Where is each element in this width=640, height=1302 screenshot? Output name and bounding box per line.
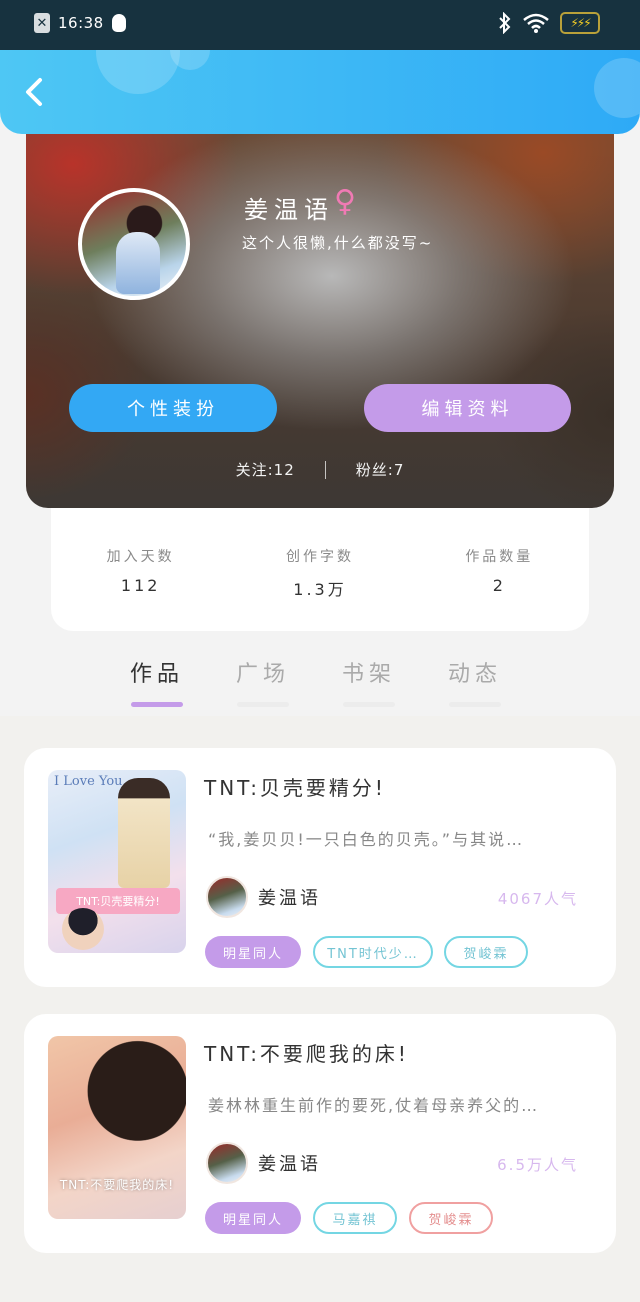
author-name[interactable]: 姜温语 [258, 1150, 321, 1176]
tab-indicator [237, 702, 289, 707]
stat-value: 1.3万 [293, 580, 347, 599]
stat-join-days: 加入天数 112 [51, 508, 230, 631]
stat-label: 作品数量 [465, 549, 534, 565]
tab-activity[interactable]: 动态 [422, 640, 528, 716]
wifi-icon [523, 13, 549, 33]
stat-label: 创作字数 [285, 549, 354, 565]
work-card[interactable]: TNT:不要爬我的床! TNT:不要爬我的床! 姜林林重生前作的要死,仗着母亲养… [24, 1014, 616, 1253]
profile-bio: 这个人很懒,什么都没写~ [242, 234, 434, 252]
cover-figure [118, 778, 170, 888]
profile-avatar[interactable] [78, 188, 190, 300]
author-name[interactable]: 姜温语 [258, 884, 321, 910]
tab-label: 动态 [447, 662, 502, 687]
tab-label: 书架 [341, 662, 396, 687]
tag[interactable]: 贺峻霖 [409, 1202, 493, 1234]
status-bar: ✕ 16:38 ⚡⚡⚡ [0, 0, 640, 50]
dress-up-button[interactable]: 个性装扮 [69, 384, 277, 432]
fans-count[interactable]: 粉丝:7 [356, 459, 405, 480]
header-bubble [594, 58, 640, 118]
tab-bookshelf[interactable]: 书架 [316, 640, 422, 716]
cover-caption: TNT:不要爬我的床! [59, 1178, 175, 1192]
top-header [0, 50, 640, 134]
stat-value: 112 [120, 576, 161, 595]
popularity-count: 6.5万人气 [497, 1156, 578, 1174]
battery-icon: ⚡⚡⚡ [560, 12, 600, 34]
avatar-figure [116, 232, 160, 294]
tab-indicator [449, 702, 501, 707]
author-avatar[interactable] [206, 876, 248, 918]
tab-works[interactable]: 作品 [104, 640, 210, 716]
tag[interactable]: 贺峻霖 [444, 936, 528, 968]
stat-works-count: 作品数量 2 [410, 508, 589, 631]
x-app-icon: ✕ [34, 13, 50, 33]
tab-label: 广场 [235, 662, 290, 687]
status-left: ✕ 16:38 [34, 13, 126, 33]
profile-card: 姜温语 ♀ 这个人很懒,什么都没写~ 个性装扮 编辑资料 关注:12 粉丝:7 [26, 134, 614, 508]
stat-label: 加入天数 [106, 549, 175, 565]
work-title[interactable]: TNT:贝壳要精分! [204, 772, 386, 801]
work-card[interactable]: I Love You. TNT:贝壳要精分! TNT:贝壳要精分! “我,姜贝贝… [24, 748, 616, 987]
popularity-count: 4067人气 [497, 890, 578, 908]
work-description: “我,姜贝贝!一只白色的贝壳。”与其说… [208, 830, 525, 849]
tab-indicator [131, 702, 183, 707]
cover-text: I Love You. [54, 774, 127, 789]
tag[interactable]: 明星同人 [205, 1202, 301, 1234]
tag[interactable]: 明星同人 [205, 936, 301, 968]
cover-face [62, 908, 104, 950]
back-button[interactable] [18, 72, 54, 112]
status-right: ⚡⚡⚡ [498, 12, 600, 34]
follow-row: 关注:12 粉丝:7 [26, 459, 614, 480]
header-bubble [96, 50, 180, 94]
edit-profile-button[interactable]: 编辑资料 [364, 384, 571, 432]
stat-value: 2 [492, 576, 506, 595]
tab-bar: 作品 广场 书架 动态 [0, 640, 640, 716]
follow-count[interactable]: 关注:12 [236, 459, 295, 480]
work-title[interactable]: TNT:不要爬我的床! [204, 1038, 409, 1067]
stats-panel: 加入天数 112 创作字数 1.3万 作品数量 2 [51, 508, 589, 631]
profile-name: 姜温语 [244, 196, 334, 224]
tab-square[interactable]: 广场 [210, 640, 316, 716]
tab-label: 作品 [129, 662, 184, 687]
stat-word-count: 创作字数 1.3万 [230, 508, 409, 631]
tag[interactable]: TNT时代少… [313, 936, 433, 968]
work-cover[interactable]: I Love You. TNT:贝壳要精分! [48, 770, 186, 953]
work-description: 姜林林重生前作的要死,仗着母亲养父的… [208, 1096, 540, 1115]
tag[interactable]: 马嘉祺 [313, 1202, 397, 1234]
follow-divider [324, 460, 326, 479]
female-icon: ♀ [334, 184, 356, 219]
work-cover[interactable]: TNT:不要爬我的床! [48, 1036, 186, 1219]
tab-indicator [343, 702, 395, 707]
bluetooth-icon [499, 12, 511, 34]
status-time: 16:38 [58, 14, 104, 32]
penguin-icon [111, 14, 126, 32]
author-avatar[interactable] [206, 1142, 248, 1184]
